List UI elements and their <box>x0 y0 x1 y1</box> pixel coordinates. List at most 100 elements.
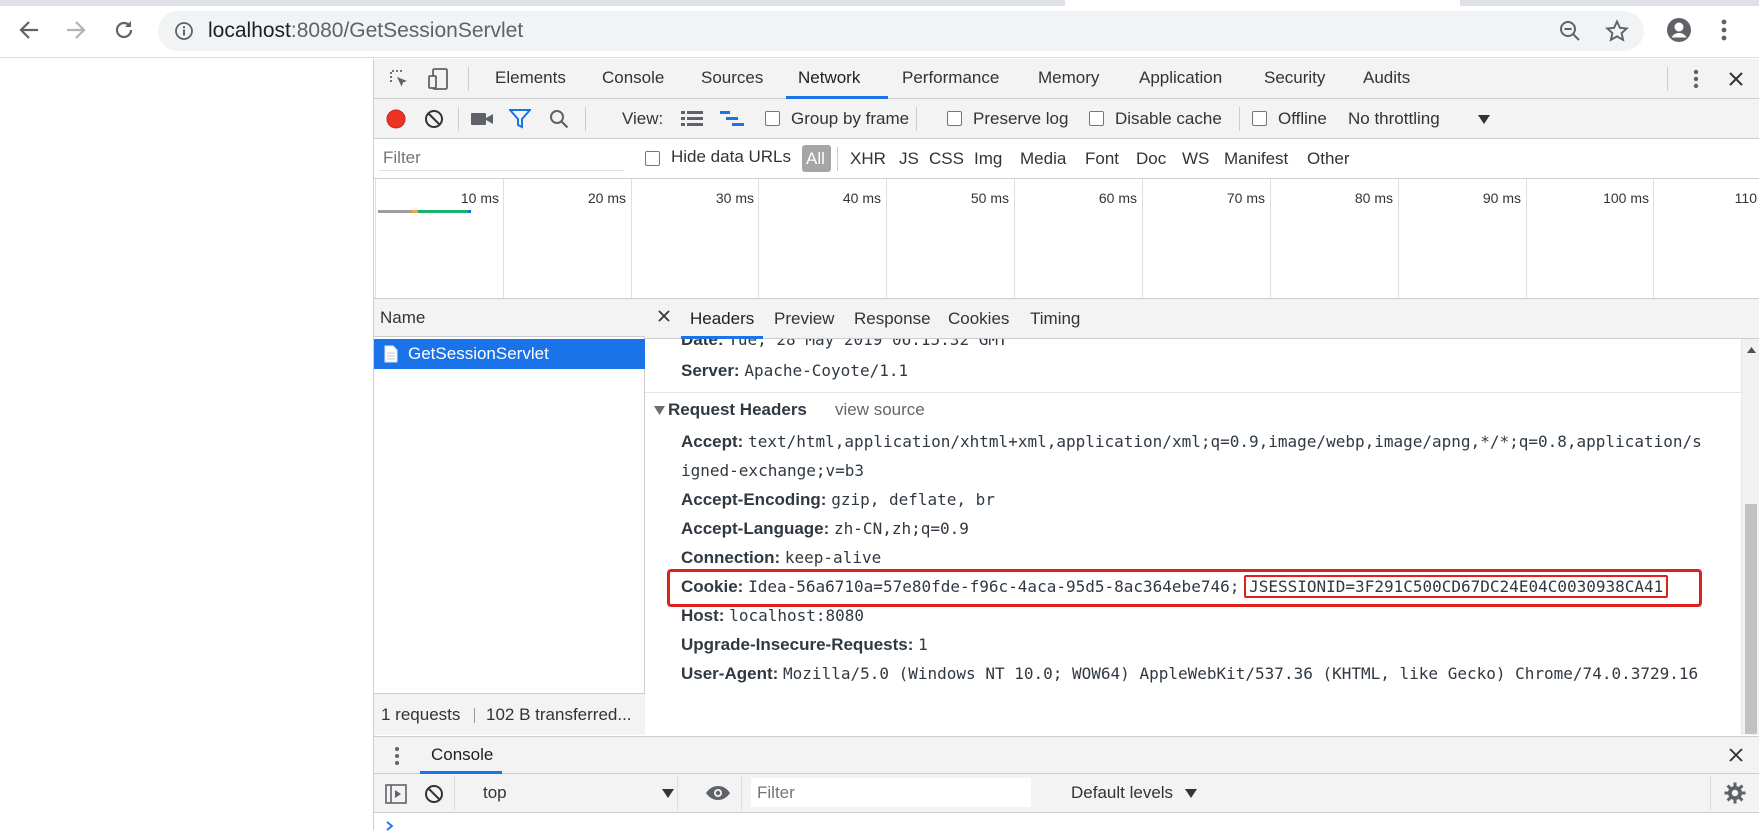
address-bar[interactable]: localhost:8080/GetSessionServlet <box>158 11 1644 51</box>
tab-network[interactable]: Network <box>798 68 860 88</box>
filter-type-other[interactable]: Other <box>1307 149 1350 169</box>
chevron-down-icon[interactable] <box>1478 115 1490 124</box>
close-devtools-icon[interactable] <box>1727 70 1745 88</box>
tab-cookies[interactable]: Cookies <box>948 309 1009 329</box>
filter-icon[interactable] <box>509 109 531 129</box>
tab-security[interactable]: Security <box>1264 68 1325 88</box>
filter-type-ws[interactable]: WS <box>1182 149 1209 169</box>
large-rows-icon[interactable] <box>681 110 703 128</box>
close-detail-icon[interactable] <box>657 309 671 323</box>
filter-type-doc[interactable]: Doc <box>1136 149 1166 169</box>
tab-application[interactable]: Application <box>1139 68 1222 88</box>
tab-memory[interactable]: Memory <box>1038 68 1099 88</box>
preserve-log-checkbox[interactable] <box>947 111 962 126</box>
chevron-down-icon[interactable] <box>662 789 674 798</box>
chevron-down-icon[interactable] <box>1185 789 1197 798</box>
tab-headers[interactable]: Headers <box>690 309 754 329</box>
filter-type-img[interactable]: Img <box>974 149 1002 169</box>
tab-elements[interactable]: Elements <box>495 68 566 88</box>
device-toolbar-icon[interactable] <box>427 67 451 91</box>
info-icon[interactable] <box>174 21 194 41</box>
timeline-tick: 30 ms <box>715 190 754 206</box>
divider <box>677 776 678 810</box>
waterfall-icon[interactable] <box>720 110 744 128</box>
tab-response[interactable]: Response <box>854 309 931 329</box>
profile-icon[interactable] <box>1666 17 1692 43</box>
tab-performance[interactable]: Performance <box>902 68 999 88</box>
network-overview[interactable]: 10 ms 20 ms 30 ms 40 ms 50 ms 60 ms 70 m… <box>374 179 1759 299</box>
tab-strip <box>0 0 1759 6</box>
reload-button[interactable] <box>106 12 142 48</box>
header-name: Connection: <box>681 548 781 567</box>
forward-button[interactable] <box>58 12 94 48</box>
show-sidebar-icon[interactable] <box>385 784 407 804</box>
group-by-frame-checkbox[interactable] <box>765 111 780 126</box>
header-server: Server: Apache-Coyote/1.1 <box>681 361 908 381</box>
customize-menu-icon[interactable] <box>1692 68 1700 90</box>
filter-type-xhr[interactable]: XHR <box>850 149 886 169</box>
zoom-out-icon[interactable] <box>1559 20 1581 42</box>
tab-console[interactable]: Console <box>602 68 664 88</box>
gridline <box>1142 179 1143 298</box>
log-levels-select[interactable]: Default levels <box>1071 783 1173 803</box>
clear-icon[interactable] <box>424 109 444 129</box>
back-button[interactable] <box>11 12 47 48</box>
drawer-tab-console[interactable]: Console <box>431 745 493 765</box>
divider <box>468 67 469 91</box>
timeline-tick: 10 ms <box>460 190 499 206</box>
tab-timing[interactable]: Timing <box>1030 309 1080 329</box>
gear-icon[interactable] <box>1724 782 1746 804</box>
header-value: Mozilla/5.0 (Windows NT 10.0; WOW64) App… <box>783 664 1699 683</box>
console-drawer: Console top Default levels <box>374 736 1759 831</box>
star-icon[interactable] <box>1605 19 1629 43</box>
header-accept: Accept: text/html,application/xhtml+xml,… <box>681 432 1702 452</box>
filter-type-font[interactable]: Font <box>1085 149 1119 169</box>
disable-cache-label: Disable cache <box>1115 109 1222 128</box>
throttling-select[interactable]: No throttling <box>1348 109 1440 129</box>
filter-type-all[interactable]: All <box>806 149 825 169</box>
console-filter-input[interactable] <box>751 778 1031 807</box>
reload-icon <box>113 19 135 41</box>
request-headers-title[interactable]: Request Headers <box>668 400 807 420</box>
page-viewport <box>0 59 373 830</box>
browser-menu-icon[interactable] <box>1720 18 1728 42</box>
headers-scroll-area[interactable]: Date: Tue, 28 May 2019 06:15:32 GMT Serv… <box>645 339 1741 735</box>
devtools-tabbar: Elements Console Sources Network Perform… <box>374 59 1759 99</box>
header-connection: Connection: keep-alive <box>681 548 881 568</box>
search-icon[interactable] <box>549 109 569 129</box>
filter-type-media[interactable]: Media <box>1020 149 1066 169</box>
scrollbar-thumb[interactable] <box>1745 504 1757 734</box>
url-path: :8080/GetSessionServlet <box>290 19 524 42</box>
url-text[interactable]: localhost:8080/GetSessionServlet <box>208 19 523 43</box>
filter-type-js[interactable]: JS <box>899 149 919 169</box>
header-name: Cookie: <box>681 577 744 596</box>
name-column-header[interactable]: Name <box>374 299 645 337</box>
view-source-link[interactable]: view source <box>835 400 925 420</box>
request-count: 1 requests <box>381 705 461 724</box>
triangle-down-icon[interactable] <box>654 406 665 415</box>
camera-icon[interactable] <box>470 110 494 128</box>
filter-type-css[interactable]: CSS <box>929 149 964 169</box>
gridline <box>886 179 887 298</box>
drawer-menu-icon[interactable] <box>394 746 400 766</box>
timeline-tick: 80 ms <box>1354 190 1393 206</box>
tab-preview[interactable]: Preview <box>774 309 834 329</box>
record-icon[interactable] <box>386 109 406 129</box>
hide-data-urls-checkbox[interactable] <box>645 151 660 166</box>
inspect-element-icon[interactable] <box>388 68 410 90</box>
request-row[interactable]: GetSessionServlet <box>374 339 645 369</box>
disable-cache-checkbox[interactable] <box>1089 111 1104 126</box>
context-select[interactable]: top <box>483 783 507 803</box>
header-name: Accept-Language: <box>681 519 830 538</box>
clear-console-icon[interactable] <box>424 784 444 804</box>
header-name: Upgrade-Insecure-Requests: <box>681 635 914 654</box>
filter-type-manifest[interactable]: Manifest <box>1224 149 1288 169</box>
vertical-scrollbar[interactable] <box>1741 339 1759 735</box>
network-filter-input[interactable] <box>379 144 624 172</box>
tab-sources[interactable]: Sources <box>701 68 763 88</box>
close-drawer-icon[interactable] <box>1728 747 1744 763</box>
offline-checkbox[interactable] <box>1252 111 1267 126</box>
scroll-up-icon[interactable] <box>1747 347 1756 353</box>
eye-icon[interactable] <box>705 785 731 801</box>
tab-audits[interactable]: Audits <box>1363 68 1410 88</box>
